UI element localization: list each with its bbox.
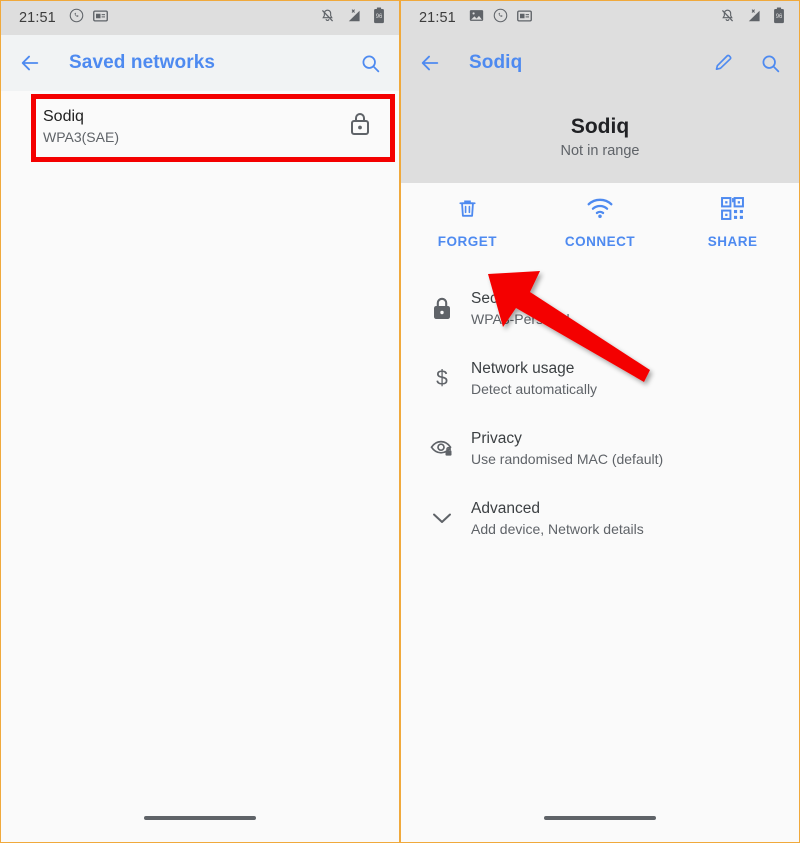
note-icon <box>516 9 532 27</box>
app-bar-left: Saved networks <box>1 35 399 91</box>
app-bar-actions-right <box>713 53 781 74</box>
connect-label: CONNECT <box>564 234 636 249</box>
settings-text-block: Security WPA3-Personal <box>471 290 570 327</box>
network-action-bar: FORGET CONNECT SHARE <box>401 183 799 261</box>
note-icon <box>92 9 108 27</box>
app-bar-right: Sodiq <box>401 35 799 91</box>
network-text-block: Sodiq WPA3(SAE) <box>43 108 119 145</box>
settings-subtitle: Use randomised MAC (default) <box>471 450 664 467</box>
nav-gesture-pill-left <box>144 816 256 820</box>
status-bar-system-icons: 96 <box>720 7 785 29</box>
status-bar-clock: 21:51 <box>19 10 56 26</box>
network-security: WPA3(SAE) <box>43 128 119 145</box>
settings-text-block: Network usage Detect automatically <box>471 360 597 397</box>
settings-text-block: Privacy Use randomised MAC (default) <box>471 430 663 467</box>
network-hero-block: Sodiq Not in range <box>401 91 799 183</box>
network-status-text: Not in range <box>560 143 640 159</box>
phone-screen-network-details: 21:51 96 Sodiq Sodiq Not in range FORGET… <box>400 0 800 843</box>
settings-row-privacy[interactable]: Privacy Use randomised MAC (default) <box>401 413 799 483</box>
search-icon[interactable] <box>360 53 381 74</box>
lock-icon <box>349 111 371 141</box>
settings-title: Advanced <box>471 499 540 517</box>
page-title: Sodiq <box>469 52 523 73</box>
network-name-heading: Sodiq <box>570 115 630 138</box>
status-bar-clock: 21:51 <box>419 10 456 26</box>
svg-text:96: 96 <box>776 14 783 20</box>
battery-96-icon: 96 <box>373 7 385 29</box>
share-button[interactable]: SHARE <box>666 197 799 249</box>
network-name: Sodiq <box>43 107 84 125</box>
network-settings-list: Security WPA3-Personal $ Network usage D… <box>401 261 799 553</box>
eye-lock-icon <box>419 438 465 458</box>
back-arrow-icon[interactable] <box>19 52 41 74</box>
forget-label: FORGET <box>437 234 497 249</box>
settings-title: Network usage <box>471 359 575 377</box>
status-bar-left: 21:51 96 <box>1 1 399 35</box>
settings-row-advanced[interactable]: Advanced Add device, Network details <box>401 483 799 553</box>
settings-subtitle: Detect automatically <box>471 380 598 397</box>
notifications-off-icon <box>720 8 735 29</box>
svg-text:$: $ <box>436 367 448 390</box>
trash-icon <box>456 197 479 225</box>
status-bar-right: 21:51 96 <box>401 1 799 35</box>
page-title: Saved networks <box>69 52 216 73</box>
settings-subtitle: WPA3-Personal <box>471 310 570 327</box>
screenshot-stage: 21:51 96 Saved networks Sodiq WPA3(SAE) … <box>0 0 800 843</box>
lock-icon <box>419 297 465 320</box>
share-label: SHARE <box>707 234 758 249</box>
settings-title: Privacy <box>471 429 522 447</box>
status-bar-notification-icons <box>469 8 532 28</box>
saved-networks-list: Sodiq WPA3(SAE) <box>1 91 399 842</box>
forget-button[interactable]: FORGET <box>401 197 534 249</box>
back-arrow-icon[interactable] <box>419 52 441 74</box>
battery-96-icon: 96 <box>773 7 785 29</box>
whatsapp-icon <box>493 8 508 28</box>
wifi-icon <box>587 197 613 225</box>
signal-no-sim-icon <box>346 8 362 29</box>
status-bar-notification-icons <box>69 8 108 28</box>
search-icon[interactable] <box>760 53 781 74</box>
settings-row-network-usage[interactable]: $ Network usage Detect automatically <box>401 343 799 413</box>
app-bar-actions-left <box>360 53 381 74</box>
qr-code-icon <box>721 197 745 225</box>
settings-subtitle: Add device, Network details <box>471 520 644 537</box>
status-bar-system-icons: 96 <box>320 7 385 29</box>
phone-screen-saved-networks: 21:51 96 Saved networks Sodiq WPA3(SAE) <box>0 0 400 843</box>
connect-button[interactable]: CONNECT <box>534 197 667 249</box>
svg-text:96: 96 <box>376 14 383 20</box>
pencil-edit-icon[interactable] <box>713 53 734 74</box>
settings-row-security[interactable]: Security WPA3-Personal <box>401 273 799 343</box>
nav-gesture-pill-right <box>544 816 656 820</box>
signal-no-sim-icon <box>746 8 762 29</box>
dollar-icon: $ <box>419 366 465 390</box>
chevron-down-icon[interactable] <box>419 510 465 526</box>
image-icon <box>469 9 484 27</box>
list-item[interactable]: Sodiq WPA3(SAE) <box>1 91 399 161</box>
settings-title: Security <box>471 289 527 307</box>
notifications-off-icon <box>320 8 335 29</box>
settings-text-block: Advanced Add device, Network details <box>471 500 644 537</box>
whatsapp-icon <box>69 8 84 28</box>
